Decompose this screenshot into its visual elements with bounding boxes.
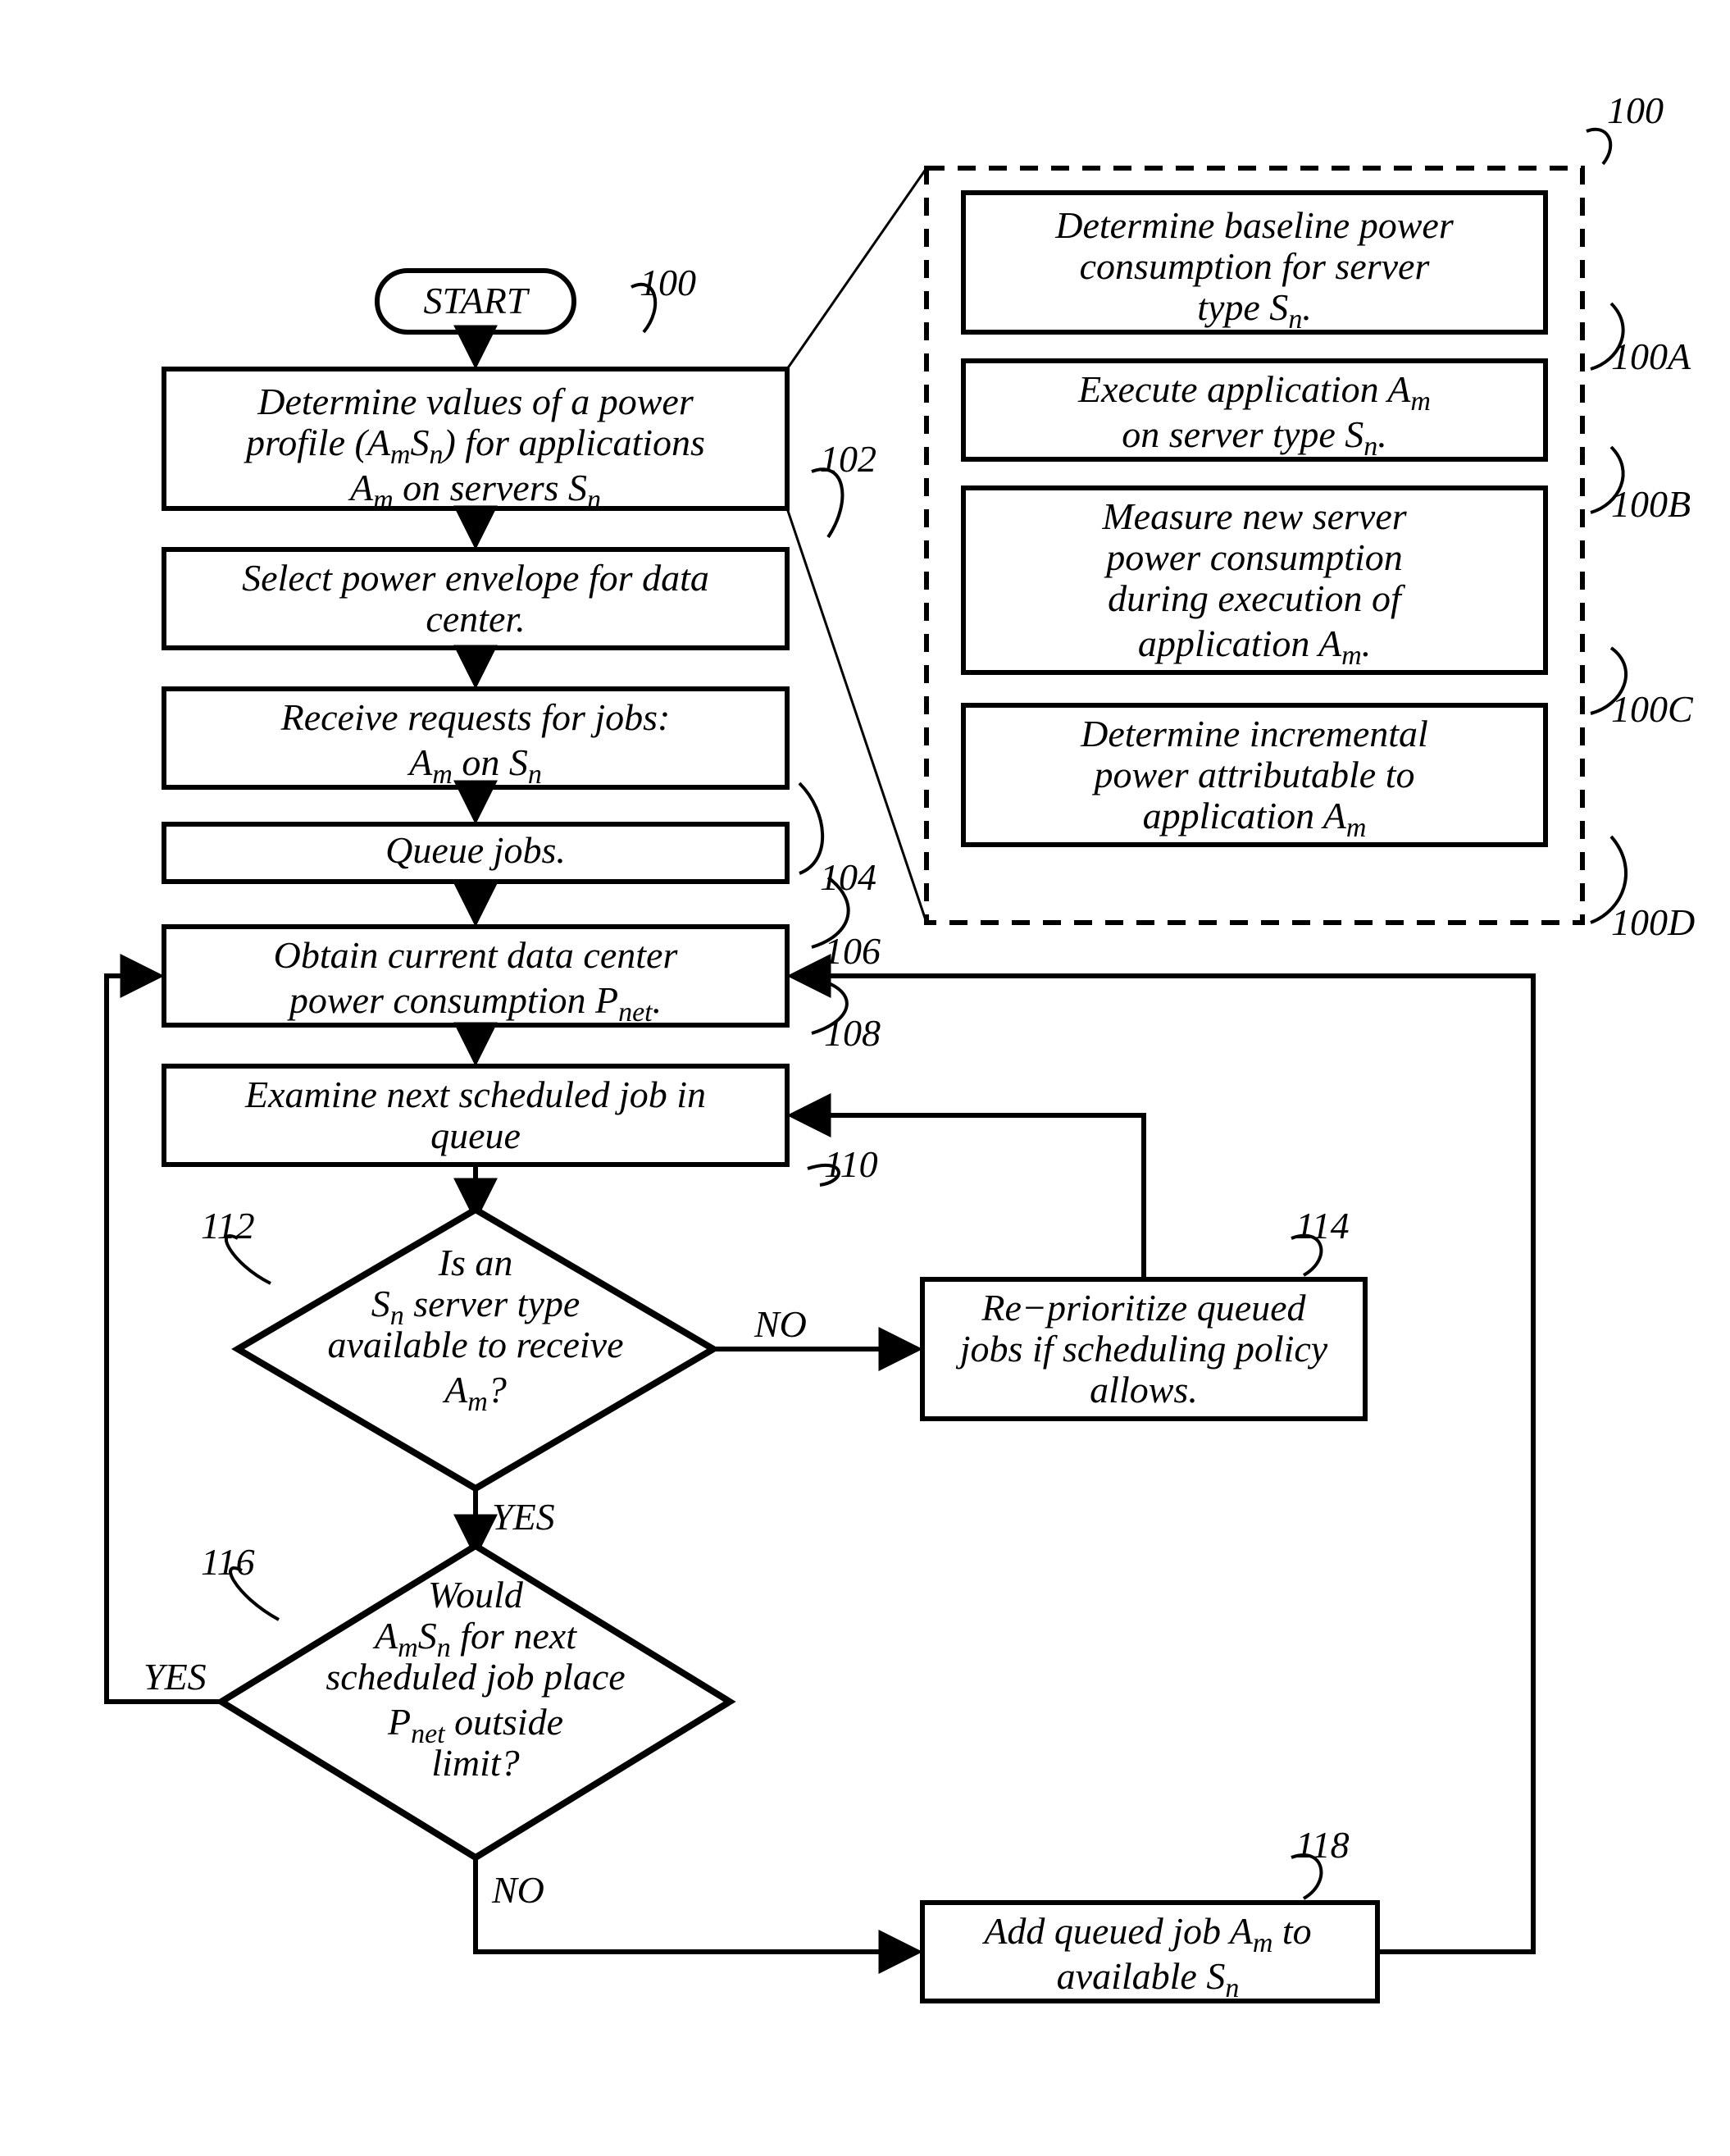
label-110: 110 (824, 1143, 878, 1185)
svg-text:Receive requests for jobs:: Receive requests for jobs: (280, 696, 671, 738)
no-112: NO (753, 1303, 807, 1345)
flowchart: Determine baseline power consumption for… (0, 0, 1730, 2156)
svg-text:scheduled job place: scheduled job place (326, 1656, 625, 1698)
label-112: 112 (201, 1205, 255, 1247)
svg-text:Queue jobs.: Queue jobs. (385, 829, 566, 871)
svg-text:Select power envelope for data: Select power envelope for data (242, 557, 709, 599)
svg-text:Is an: Is an (438, 1242, 513, 1283)
label-104: 104 (820, 856, 876, 898)
yes-116: YES (143, 1656, 207, 1698)
svg-text:Determine baseline power: Determine baseline power (1054, 204, 1455, 246)
svg-text:during execution of: during execution of (1108, 577, 1406, 619)
svg-text:profile (AmSn) for application: profile (AmSn) for applications (244, 422, 705, 470)
svg-text:center.: center. (426, 598, 525, 640)
svg-text:Execute application Am: Execute application Am (1077, 368, 1431, 417)
label-100-main: 100 (640, 262, 696, 303)
no-116: NO (491, 1869, 544, 1911)
svg-text:Am on Sn: Am on Sn (407, 741, 542, 790)
svg-text:application Am: application Am (1143, 795, 1367, 843)
label-100d: 100D (1611, 901, 1695, 943)
label-118: 118 (1295, 1824, 1350, 1866)
svg-text:power consumption: power consumption (1104, 536, 1403, 578)
svg-text:on server type Sn.: on server type Sn. (1122, 413, 1387, 462)
svg-text:available Sn: available Sn (1057, 1955, 1240, 2003)
start-text: START (424, 280, 530, 321)
svg-text:limit?: limit? (431, 1742, 519, 1784)
label-116: 116 (201, 1541, 255, 1583)
svg-text:Would: Would (428, 1574, 524, 1616)
svg-text:Determine values of a power: Determine values of a power (257, 381, 694, 422)
svg-text:Re−prioritize queued: Re−prioritize queued (981, 1287, 1306, 1329)
svg-text:power attributable to: power attributable to (1092, 754, 1415, 795)
svg-text:Obtain current data center: Obtain current data center (274, 934, 679, 976)
svg-text:consumption for server: consumption for server (1080, 245, 1431, 287)
label-100b: 100B (1611, 483, 1691, 525)
svg-text:available to receive: available to receive (327, 1324, 623, 1365)
svg-text:Determine incremental: Determine incremental (1080, 713, 1428, 754)
label-100c: 100C (1611, 688, 1694, 730)
label-108: 108 (824, 1012, 881, 1054)
label-100a: 100A (1611, 335, 1691, 377)
svg-text:Measure new server: Measure new server (1101, 495, 1407, 537)
label-114: 114 (1295, 1205, 1350, 1247)
svg-text:jobs if scheduling policy: jobs if scheduling policy (956, 1328, 1328, 1370)
svg-text:queue: queue (430, 1114, 521, 1156)
yes-112: YES (492, 1496, 555, 1538)
svg-text:allows.: allows. (1090, 1369, 1198, 1411)
label-102: 102 (820, 438, 876, 480)
label-100-detail: 100 (1607, 89, 1664, 131)
label-106: 106 (824, 930, 881, 972)
svg-text:power consumption Pnet.: power consumption Pnet. (287, 979, 662, 1028)
svg-text:application Am.: application Am. (1138, 622, 1371, 671)
svg-text:Examine next scheduled job in: Examine next scheduled job in (244, 1073, 706, 1115)
